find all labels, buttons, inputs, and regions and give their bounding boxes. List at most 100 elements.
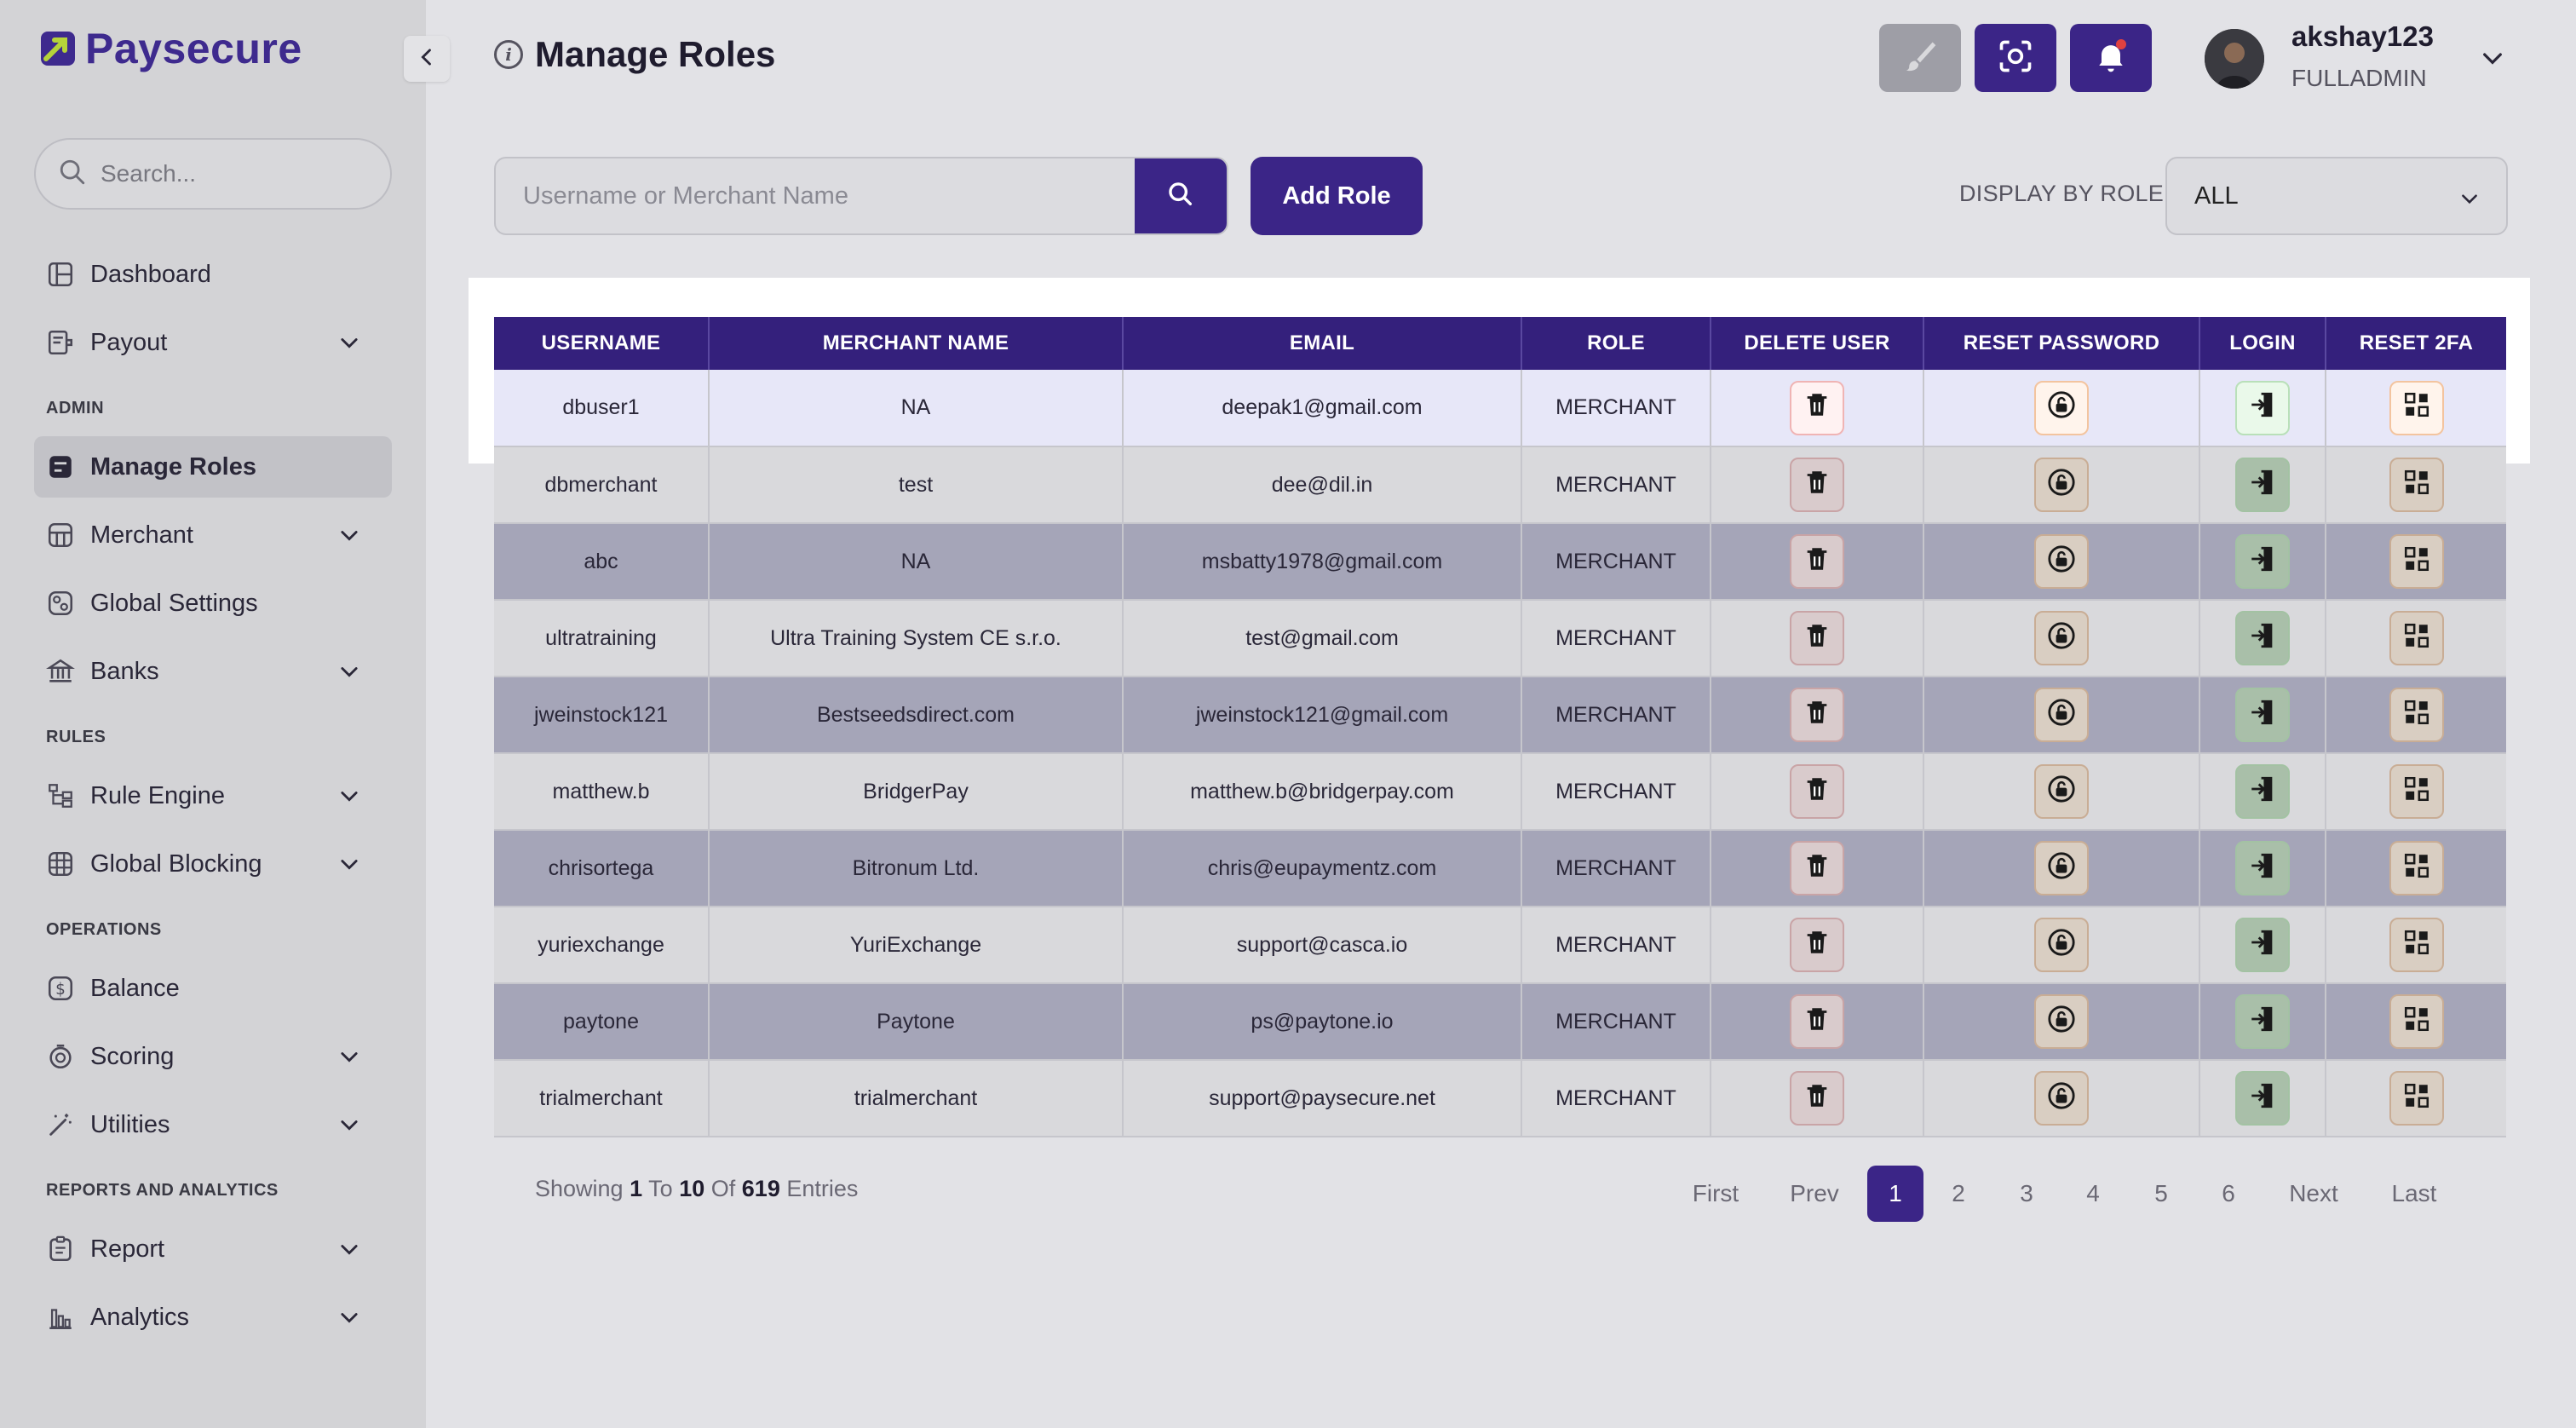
cell-username: dbmerchant [494, 446, 710, 524]
chevron-down-icon[interactable] [337, 1305, 361, 1336]
pagination-page-2[interactable]: 2 [1930, 1166, 1987, 1222]
reset-password-button[interactable] [2034, 764, 2089, 819]
reset-2fa-button[interactable] [2389, 688, 2444, 742]
screenshot-button[interactable] [1975, 24, 2056, 92]
sidebar-item-utilities[interactable]: Utilities [34, 1094, 392, 1155]
reset-password-button[interactable] [2034, 534, 2089, 589]
trash-icon [1803, 1081, 1831, 1116]
sidebar-item-global-blocking[interactable]: Global Blocking [34, 833, 392, 895]
reset-password-button[interactable] [2034, 841, 2089, 895]
pagination-first[interactable]: First [1675, 1166, 1757, 1222]
user-menu-chevron-icon[interactable] [2479, 44, 2506, 76]
add-role-button[interactable]: Add Role [1251, 157, 1423, 235]
column-header-merchant-name[interactable]: MERCHANT NAME [709, 317, 1124, 370]
login-as-user-button[interactable] [2235, 994, 2290, 1049]
reset-2fa-button[interactable] [2389, 994, 2444, 1049]
login-as-user-button[interactable] [2235, 1071, 2290, 1126]
reset-2fa-button[interactable] [2389, 1071, 2444, 1126]
table-row: abc NA msbatty1978@gmail.com MERCHANT [494, 523, 2506, 601]
delete-user-button[interactable] [1790, 688, 1844, 742]
sidebar-item-scoring[interactable]: Scoring [34, 1026, 392, 1087]
login-as-user-button[interactable] [2235, 918, 2290, 972]
sidebar-item-banks[interactable]: Banks [34, 641, 392, 702]
sidebar-item-payout[interactable]: Payout [34, 312, 392, 373]
chevron-down-icon[interactable] [337, 331, 361, 361]
theme-brush-button[interactable] [1879, 24, 1961, 92]
report-icon [46, 1235, 75, 1264]
column-header-username[interactable]: USERNAME [494, 317, 710, 370]
chevron-down-icon[interactable] [337, 1113, 361, 1143]
reset-password-button[interactable] [2034, 994, 2089, 1049]
reset-password-button[interactable] [2034, 918, 2089, 972]
reset-password-button[interactable] [2034, 380, 2089, 435]
sidebar-item-dashboard[interactable]: Dashboard [34, 244, 392, 305]
column-header-email[interactable]: EMAIL [1123, 317, 1522, 370]
pagination-page-6[interactable]: 6 [2200, 1166, 2257, 1222]
delete-user-button[interactable] [1790, 458, 1844, 512]
sidebar-item-merchant[interactable]: Merchant [34, 504, 392, 566]
pagination-page-4[interactable]: 4 [2065, 1166, 2121, 1222]
login-as-user-button[interactable] [2235, 688, 2290, 742]
column-header-role[interactable]: ROLE [1521, 317, 1711, 370]
showing-total: 619 [741, 1176, 780, 1201]
delete-user-button[interactable] [1790, 611, 1844, 665]
delete-user-button[interactable] [1790, 918, 1844, 972]
sidebar-item-balance[interactable]: $ Balance [34, 958, 392, 1019]
sidebar-item-analytics[interactable]: Analytics [34, 1287, 392, 1348]
sidebar-item-label: Merchant [90, 521, 193, 549]
chevron-down-icon[interactable] [337, 1045, 361, 1075]
sidebar-item-manage-roles[interactable]: Manage Roles [34, 436, 392, 498]
delete-user-button[interactable] [1790, 764, 1844, 819]
reset-2fa-button[interactable] [2389, 841, 2444, 895]
reset-password-button[interactable] [2034, 458, 2089, 512]
pagination-last[interactable]: Last [2382, 1166, 2447, 1222]
cell-action [2326, 907, 2506, 984]
delete-user-button[interactable] [1790, 534, 1844, 589]
pagination-prev[interactable]: Prev [1780, 1166, 1849, 1222]
sidebar-search[interactable] [34, 138, 392, 210]
delete-user-button[interactable] [1790, 994, 1844, 1049]
reset-2fa-button[interactable] [2389, 918, 2444, 972]
pagination-page-3[interactable]: 3 [1998, 1166, 2055, 1222]
search-button[interactable] [1135, 158, 1227, 233]
delete-user-button[interactable] [1790, 1071, 1844, 1126]
login-as-user-button[interactable] [2235, 380, 2290, 435]
reset-2fa-button[interactable] [2389, 458, 2444, 512]
brand-logo[interactable]: Paysecure [39, 24, 302, 73]
chevron-down-icon[interactable] [337, 1237, 361, 1268]
chevron-down-icon[interactable] [337, 784, 361, 815]
chevron-down-icon[interactable] [337, 523, 361, 554]
delete-user-button[interactable] [1790, 380, 1844, 435]
column-header-reset-password: RESET PASSWORD [1923, 317, 2200, 370]
avatar[interactable] [2205, 29, 2264, 89]
pagination-next[interactable]: Next [2281, 1166, 2346, 1222]
collapse-sidebar-button[interactable] [404, 36, 450, 82]
login-as-user-button[interactable] [2235, 764, 2290, 819]
delete-user-button[interactable] [1790, 841, 1844, 895]
sidebar-item-report[interactable]: Report [34, 1218, 392, 1280]
sidebar-item-rule-engine[interactable]: Rule Engine [34, 765, 392, 826]
chevron-down-icon[interactable] [337, 659, 361, 690]
login-as-user-button[interactable] [2235, 841, 2290, 895]
reset-password-button[interactable] [2034, 611, 2089, 665]
sidebar-item-global-settings[interactable]: Global Settings [34, 573, 392, 634]
login-as-user-button[interactable] [2235, 611, 2290, 665]
notifications-button[interactable] [2070, 24, 2152, 92]
info-icon[interactable]: i [494, 40, 523, 69]
pagination-page-1[interactable]: 1 [1867, 1166, 1923, 1222]
qr-code-icon [2402, 390, 2431, 425]
role-filter-select[interactable]: ALL [2165, 157, 2508, 235]
reset-password-button[interactable] [2034, 1071, 2089, 1126]
login-as-user-button[interactable] [2235, 534, 2290, 589]
sidebar-search-input[interactable] [101, 160, 356, 187]
reset-2fa-button[interactable] [2389, 380, 2444, 435]
qr-code-icon [2402, 1005, 2431, 1039]
pagination-page-5[interactable]: 5 [2133, 1166, 2189, 1222]
reset-2fa-button[interactable] [2389, 764, 2444, 819]
chevron-down-icon[interactable] [337, 852, 361, 883]
user-search-input[interactable] [496, 158, 1135, 233]
login-as-user-button[interactable] [2235, 458, 2290, 512]
reset-password-button[interactable] [2034, 688, 2089, 742]
reset-2fa-button[interactable] [2389, 611, 2444, 665]
reset-2fa-button[interactable] [2389, 534, 2444, 589]
